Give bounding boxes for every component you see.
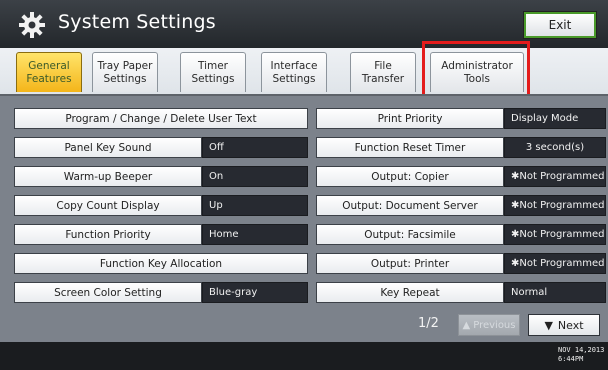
copy-count-display-button[interactable]: Copy Count Display: [14, 195, 202, 216]
warm-up-beeper-value: On: [202, 166, 308, 187]
previous-label: Previous: [473, 319, 516, 331]
page-indicator: 1/2: [418, 316, 439, 331]
status-bar: [0, 342, 608, 370]
panel-key-sound-button[interactable]: Panel Key Sound: [14, 137, 202, 158]
screen-color-setting-button[interactable]: Screen Color Setting: [14, 282, 202, 303]
tab-label-line2: Settings: [103, 72, 147, 85]
function-key-allocation-button[interactable]: Function Key Allocation: [14, 253, 308, 274]
tab-label-line2: Settings: [272, 72, 316, 85]
output-copier-button[interactable]: Output: Copier: [316, 166, 504, 187]
highlight-box: [422, 41, 530, 99]
tab-tray-paper-settings[interactable]: Tray Paper Settings: [92, 52, 158, 92]
tab-general-features[interactable]: General Features: [16, 52, 82, 92]
tab-label-line1: File: [374, 60, 392, 73]
output-document-server-button[interactable]: Output: Document Server: [316, 195, 504, 216]
print-priority-value: Display Mode: [504, 108, 606, 129]
time-text: 6:44PM: [558, 355, 584, 363]
output-printer-value: ✱Not Programmed: [504, 253, 606, 274]
key-repeat-button[interactable]: Key Repeat: [316, 282, 504, 303]
triangle-down-icon: ▼: [544, 318, 553, 332]
tab-label-line1: Timer: [197, 60, 228, 73]
window-title: System Settings: [58, 11, 216, 33]
screen-color-setting-value: Blue-gray: [202, 282, 308, 303]
function-reset-timer-value: 3 second(s): [504, 137, 606, 158]
tab-file-transfer[interactable]: File Transfer: [350, 52, 416, 92]
tab-timer-settings[interactable]: Timer Settings: [180, 52, 246, 92]
tab-label-line2: Features: [26, 72, 72, 85]
datetime-display: NOV 14,2013 6:44PM: [558, 346, 604, 364]
tab-label-line1: Tray Paper: [97, 60, 153, 73]
function-reset-timer-button[interactable]: Function Reset Timer: [316, 137, 504, 158]
tab-label-line2: Transfer: [361, 72, 405, 85]
tab-interface-settings[interactable]: Interface Settings: [261, 52, 327, 92]
next-button[interactable]: ▼ Next: [528, 314, 600, 336]
next-label: Next: [557, 318, 584, 332]
tab-label-line1: Interface: [270, 60, 318, 73]
output-facsimile-button[interactable]: Output: Facsimile: [316, 224, 504, 245]
copy-count-display-value: Up: [202, 195, 308, 216]
program-user-text-button[interactable]: Program / Change / Delete User Text: [14, 108, 308, 129]
output-document-server-value: ✱Not Programmed: [504, 195, 606, 216]
output-facsimile-value: ✱Not Programmed: [504, 224, 606, 245]
settings-panel: [0, 94, 608, 342]
previous-button[interactable]: ▲ Previous: [458, 314, 520, 336]
panel-key-sound-value: Off: [202, 137, 308, 158]
triangle-up-icon: ▲: [462, 319, 471, 331]
print-priority-button[interactable]: Print Priority: [316, 108, 504, 129]
output-copier-value: ✱Not Programmed: [504, 166, 606, 187]
output-printer-button[interactable]: Output: Printer: [316, 253, 504, 274]
function-priority-button[interactable]: Function Priority: [14, 224, 202, 245]
key-repeat-value: Normal: [504, 282, 606, 303]
exit-button[interactable]: Exit: [524, 12, 596, 38]
warm-up-beeper-button[interactable]: Warm-up Beeper: [14, 166, 202, 187]
date-text: NOV 14,2013: [558, 346, 605, 354]
tab-label-line1: General: [28, 60, 70, 73]
tab-label-line2: Settings: [191, 72, 235, 85]
function-priority-value: Home: [202, 224, 308, 245]
gear-icon: [19, 12, 45, 38]
